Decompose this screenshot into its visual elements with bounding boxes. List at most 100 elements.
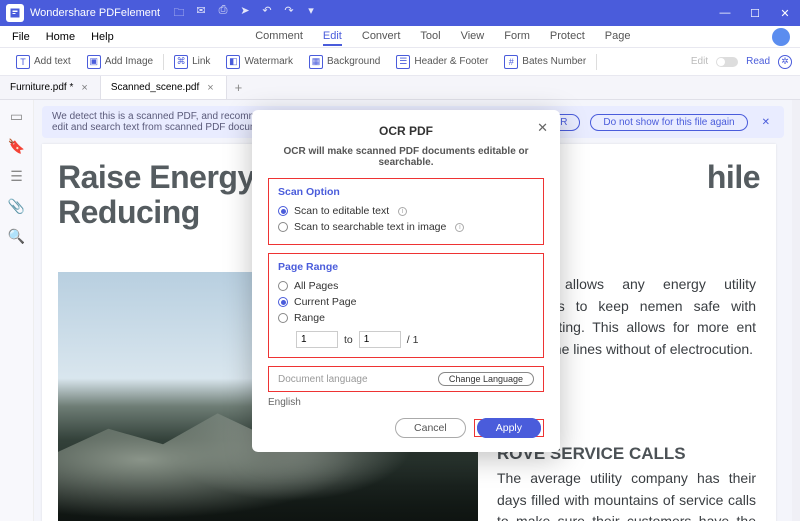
tool-add-text[interactable]: TAdd text — [8, 55, 79, 69]
scan-option-title: Scan Option — [278, 186, 534, 198]
language-value: English — [268, 397, 544, 408]
menu-edit[interactable]: Edit — [323, 28, 342, 46]
change-language-button[interactable]: Change Language — [438, 372, 534, 386]
page-range-title: Page Range — [278, 261, 534, 273]
tab-label: Scanned_scene.pdf — [111, 82, 199, 93]
menu-view[interactable]: View — [461, 28, 485, 46]
open-icon[interactable]: 🗀 — [168, 4, 190, 23]
apply-button[interactable]: Apply — [477, 418, 541, 438]
tool-watermark[interactable]: ◧Watermark — [218, 55, 301, 69]
info-icon[interactable]: i — [455, 223, 464, 232]
comment-icon[interactable]: ☰ — [9, 168, 25, 184]
range-from-input[interactable] — [296, 331, 338, 348]
tab-close-icon[interactable]: × — [207, 82, 213, 94]
watermark-icon: ◧ — [226, 55, 240, 69]
menu-file[interactable]: File — [12, 31, 30, 43]
text-icon: T — [16, 55, 30, 69]
tab-close-icon[interactable]: × — [81, 82, 87, 94]
menu-page[interactable]: Page — [605, 28, 631, 46]
titlebar: Wondershare PDFelement 🗀 ✉ ⎙ ➤ ↶ ↷ ▾ ― ☐… — [0, 0, 800, 26]
bookmark-icon[interactable]: 🔖 — [9, 138, 25, 154]
avatar[interactable] — [772, 28, 790, 46]
new-tab-button[interactable]: + — [227, 80, 251, 95]
scrollbar[interactable] — [792, 100, 800, 521]
menu-help[interactable]: Help — [91, 31, 114, 43]
toolbar: TAdd text ▣Add Image ⌘Link ◧Watermark ▦B… — [0, 48, 800, 76]
share-icon[interactable]: ➤ — [234, 4, 256, 23]
edit-read-toggle[interactable] — [716, 57, 738, 67]
page-range-section: Page Range All Pages Current Page Range to… — [268, 253, 544, 358]
menu-home[interactable]: Home — [46, 31, 75, 43]
close-button[interactable]: ✕ — [770, 7, 800, 20]
app-logo — [6, 4, 24, 22]
cancel-button[interactable]: Cancel — [395, 418, 466, 438]
radio-icon — [278, 281, 288, 291]
tab-scanned_scene-pdf[interactable]: Scanned_scene.pdf × — [101, 76, 227, 99]
menu-tool[interactable]: Tool — [420, 28, 440, 46]
app-title: Wondershare PDFelement — [30, 7, 160, 19]
tab-label: Furniture.pdf * — [10, 82, 73, 93]
ocr-modal: ✕ OCR PDF OCR will make scanned PDF docu… — [252, 110, 560, 452]
menu-comment[interactable]: Comment — [255, 28, 303, 46]
radio-label: All Pages — [294, 280, 338, 292]
tool-bates[interactable]: #Bates Number — [496, 55, 594, 69]
thumbnail-icon[interactable]: ▭ — [9, 108, 25, 124]
background-icon: ▦ — [309, 55, 323, 69]
radio-label: Scan to searchable text in image — [294, 221, 446, 233]
minimize-button[interactable]: ― — [710, 7, 740, 20]
bates-icon: # — [504, 55, 518, 69]
titlebar-quick-actions: 🗀 ✉ ⎙ ➤ ↶ ↷ ▾ — [168, 4, 322, 23]
header-footer-icon: ☰ — [396, 55, 410, 69]
modal-title: OCR PDF — [268, 124, 544, 138]
radio-label: Current Page — [294, 296, 356, 308]
mode-read-label: Read — [746, 56, 770, 67]
tool-header-footer[interactable]: ☰Header & Footer — [388, 55, 496, 69]
radio-label: Range — [294, 312, 325, 324]
radio-icon — [278, 313, 288, 323]
side-tools: ▭ 🔖 ☰ 📎 🔍 — [0, 100, 34, 521]
radio-label: Scan to editable text — [294, 205, 389, 217]
menu-form[interactable]: Form — [504, 28, 530, 46]
radio-icon — [278, 297, 288, 307]
range-option-0[interactable]: All Pages — [278, 278, 534, 294]
search-icon[interactable]: 🔍 — [9, 228, 25, 244]
tab-furniture-pdf-[interactable]: Furniture.pdf * × — [0, 76, 101, 99]
menu-protect[interactable]: Protect — [550, 28, 585, 46]
range-to-input[interactable] — [359, 331, 401, 348]
tool-background[interactable]: ▦Background — [301, 55, 388, 69]
range-option-2[interactable]: Range — [278, 310, 534, 326]
radio-icon — [278, 222, 288, 232]
language-section: Document language Change Language — [268, 366, 544, 392]
modal-subtitle: OCR will make scanned PDF documents edit… — [268, 146, 544, 168]
menubar: File Home Help Comment Edit Convert Tool View F… — [0, 26, 800, 48]
banner-close-icon[interactable]: ✕ — [758, 117, 774, 128]
maximize-button[interactable]: ☐ — [740, 7, 770, 20]
range-option-1[interactable]: Current Page — [278, 294, 534, 310]
mode-edit-label: Edit — [691, 56, 708, 67]
range-inputs: to / 1 — [296, 331, 534, 348]
print-icon[interactable]: ⎙ — [212, 4, 234, 23]
modal-close-icon[interactable]: ✕ — [537, 120, 548, 136]
scan-option-1[interactable]: Scan to searchable text in image i — [278, 219, 534, 235]
doc-body-2: The average utility company has their da… — [497, 468, 756, 521]
window-controls: ― ☐ ✕ — [710, 7, 800, 20]
document-tabs: Furniture.pdf * × Scanned_scene.pdf × + — [0, 76, 800, 100]
tool-add-image[interactable]: ▣Add Image — [79, 55, 161, 69]
image-icon: ▣ — [87, 55, 101, 69]
gear-icon[interactable]: ✲ — [778, 55, 792, 69]
attach-icon[interactable]: 📎 — [9, 198, 25, 214]
scan-option-section: Scan Option Scan to editable textiScan t… — [268, 178, 544, 245]
redo-icon[interactable]: ↷ — [278, 4, 300, 23]
link-icon: ⌘ — [174, 55, 188, 69]
tool-link[interactable]: ⌘Link — [166, 55, 218, 69]
hide-banner-button[interactable]: Do not show for this file again — [590, 114, 747, 131]
radio-icon — [278, 206, 288, 216]
dropdown-icon[interactable]: ▾ — [300, 4, 322, 23]
info-icon[interactable]: i — [398, 207, 407, 216]
range-total: / 1 — [407, 334, 419, 346]
undo-icon[interactable]: ↶ — [256, 4, 278, 23]
language-label: Document language — [278, 374, 368, 385]
menu-convert[interactable]: Convert — [362, 28, 401, 46]
scan-option-0[interactable]: Scan to editable text i — [278, 203, 534, 219]
mail-icon[interactable]: ✉ — [190, 4, 212, 23]
